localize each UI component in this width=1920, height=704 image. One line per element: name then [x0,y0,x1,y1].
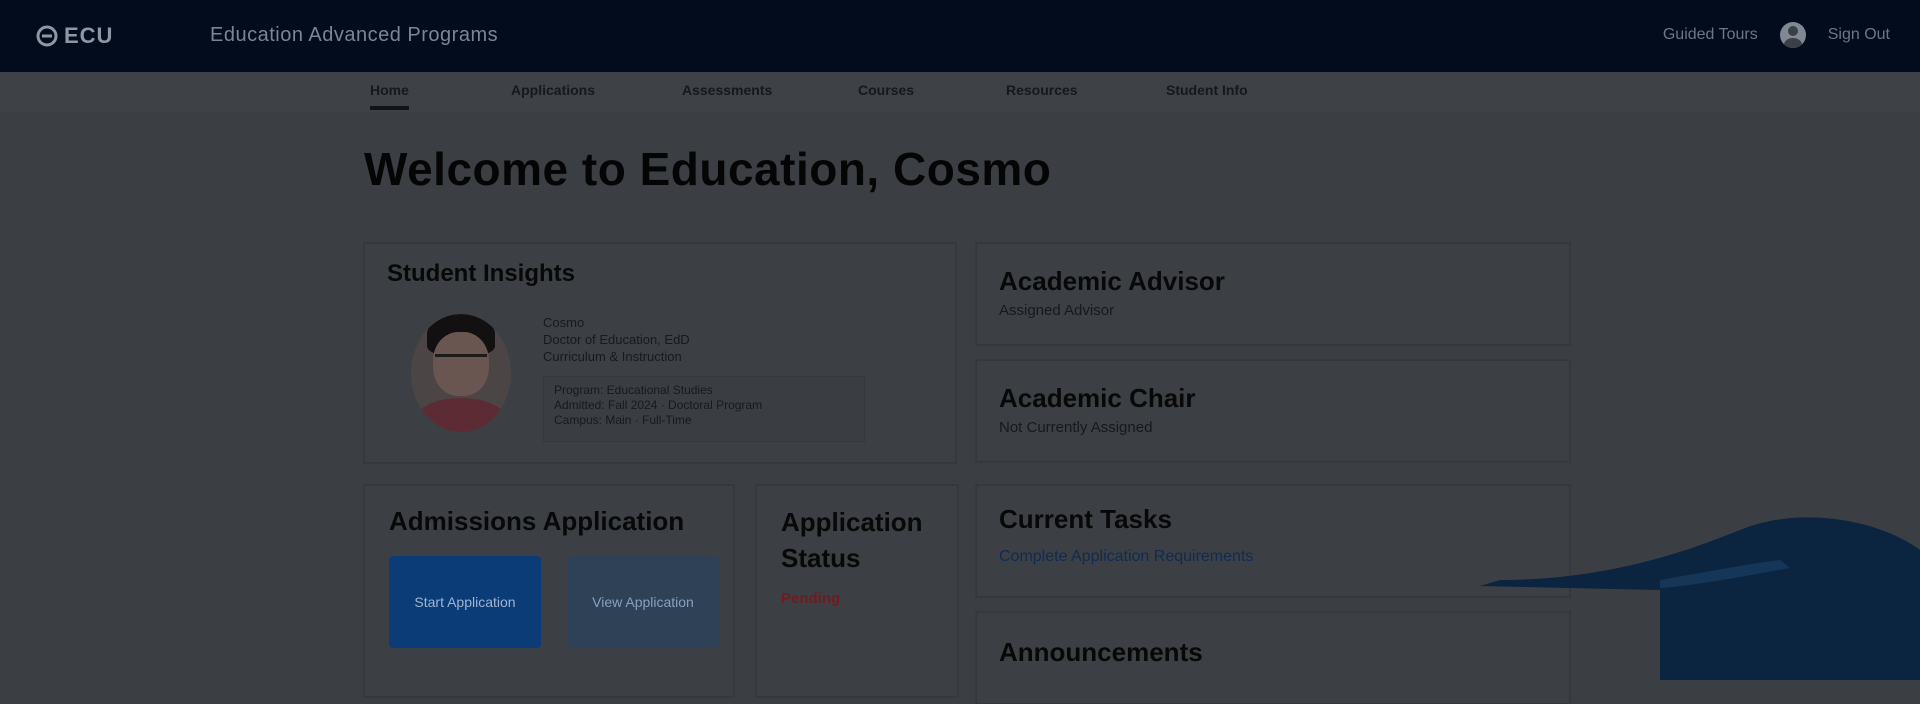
academic-chair-card[interactable]: Academic Chair Not Currently Assigned [976,360,1570,462]
card-title: Academic Advisor [999,266,1225,296]
academic-advisor-card[interactable]: Academic Advisor Assigned Advisor [976,243,1570,345]
sign-out-link[interactable]: Sign Out [1828,26,1890,44]
advisor-subtitle: Assigned Advisor [999,302,1115,319]
tab-courses[interactable]: Courses [858,82,914,104]
detail-line: Admitted: Fall 2024 · Doctoral Program [554,398,763,412]
top-bar: ECU Education Advanced Programs Guided T… [0,0,1920,72]
logo-mark-icon [36,25,58,47]
student-insights-card: Student Insights Cosmo Doctor of Educati… [364,243,956,463]
admissions-application-card: Admissions Application Start Application… [364,485,734,697]
logo-text: ECU [64,23,114,48]
card-title: Application Status [781,507,923,573]
card-title: Academic Chair [999,383,1196,413]
student-details-box: Program: Educational Studies Admitted: F… [543,376,865,442]
student-degree: Doctor of Education, EdD [543,332,690,347]
start-application-button[interactable]: Start Application [389,556,541,648]
detail-line: Program: Educational Studies [554,383,713,397]
tab-resources[interactable]: Resources [1006,82,1078,104]
detail-line: Campus: Main · Full-Time [554,413,692,427]
main-nav: Home Applications Assessments Courses Re… [0,72,1920,112]
card-title: Admissions Application [389,506,685,536]
card-title: Current Tasks [999,504,1172,534]
tab-applications[interactable]: Applications [511,82,595,104]
help-link[interactable]: Guided Tours [1663,26,1758,44]
student-avatar [411,314,511,432]
app-title: Education Advanced Programs [210,24,499,46]
view-application-button[interactable]: View Application [567,556,719,648]
status-badge: Pending [781,590,841,607]
card-title: Announcements [999,637,1203,667]
student-name: Cosmo [543,315,585,330]
tab-student-info[interactable]: Student Info [1166,82,1248,104]
student-info: Cosmo Doctor of Education, EdD Curriculu… [543,314,690,365]
student-major: Curriculum & Instruction [543,349,682,364]
page-title: Welcome to Education, Cosmo [364,143,1052,195]
card-title: Student Insights [387,260,575,287]
user-avatar-icon[interactable] [1779,22,1806,48]
chair-subtitle: Not Currently Assigned [999,419,1153,436]
application-status-card: Application Status Pending [756,485,958,697]
tab-assessments[interactable]: Assessments [682,82,772,104]
header-actions: Guided Tours Sign Out [1663,22,1890,48]
decorative-wave-graphic [1480,517,1920,680]
app-logo[interactable]: ECU [36,23,113,49]
task-link[interactable]: Complete Application Requirements [999,548,1253,566]
tab-home[interactable]: Home [370,82,409,110]
